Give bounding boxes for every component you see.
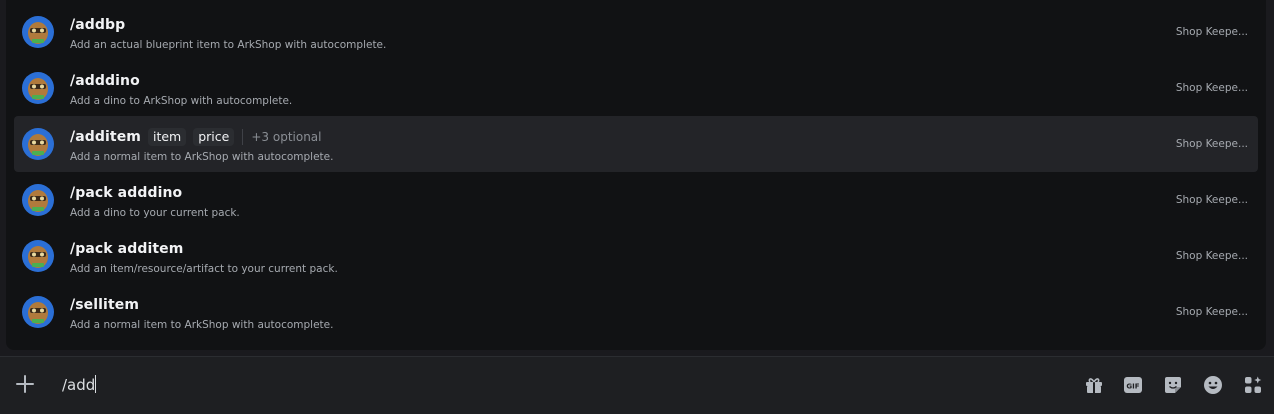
gif-icon[interactable]: GIF [1122,374,1144,396]
suggestion-pack-additem[interactable]: /pack additem Add an item/resource/artif… [14,228,1258,284]
command-name: /additem [70,128,141,145]
command-source: Shop Keepe... [1175,138,1248,150]
command-name: /pack additem [70,240,184,257]
plus-icon[interactable] [15,374,35,394]
suggestion-addbp[interactable]: /addbp Add an actual blueprint item to A… [14,4,1258,60]
message-input[interactable]: /add [62,375,97,394]
command-autocomplete-popup: /addbp Add an actual blueprint item to A… [6,0,1266,350]
option-price-chip[interactable]: price [193,127,235,146]
apps-icon[interactable] [1242,374,1264,396]
command-description: Add a normal item to ArkShop with autoco… [70,150,334,163]
command-description: Add a dino to ArkShop with autocomplete. [70,94,293,107]
command-source: Shop Keepe... [1175,250,1248,262]
divider [242,128,244,145]
gift-icon[interactable] [1083,374,1105,396]
command-description: Add an actual blueprint item to ArkShop … [70,38,387,51]
suggestion-additem[interactable]: /additem item price +3 optional Add a no… [14,116,1258,172]
sticker-icon[interactable] [1162,374,1184,396]
message-input-bar: /add GIF [0,356,1274,414]
emoji-icon[interactable] [1202,374,1224,396]
suggestion-pack-adddino[interactable]: /pack adddino Add a dino to your current… [14,172,1258,228]
command-name: /adddino [70,72,140,89]
gif-label: GIF [1126,383,1139,391]
command-source: Shop Keepe... [1175,306,1248,318]
optional-count: +3 optional [251,129,322,144]
command-name: /pack adddino [70,184,183,201]
bot-avatar [22,72,54,104]
suggestion-sellitem[interactable]: /sellitem Add a normal item to ArkShop w… [14,284,1258,340]
command-name: /sellitem [70,296,140,313]
bot-avatar [22,240,54,272]
bot-avatar [22,296,54,328]
option-item-chip[interactable]: item [147,127,187,146]
bot-avatar [22,128,54,160]
command-source: Shop Keepe... [1175,82,1248,94]
command-name: /addbp [70,16,126,33]
command-description: Add a normal item to ArkShop with autoco… [70,318,334,331]
command-source: Shop Keepe... [1175,194,1248,206]
message-input-value: /add [62,376,96,394]
suggestion-adddino[interactable]: /adddino Add a dino to ArkShop with auto… [14,60,1258,116]
command-description: Add an item/resource/artifact to your cu… [70,262,338,275]
command-description: Add a dino to your current pack. [70,206,240,219]
text-caret [95,375,97,393]
command-source: Shop Keepe... [1175,26,1248,38]
bot-avatar [22,16,54,48]
bot-avatar [22,184,54,216]
